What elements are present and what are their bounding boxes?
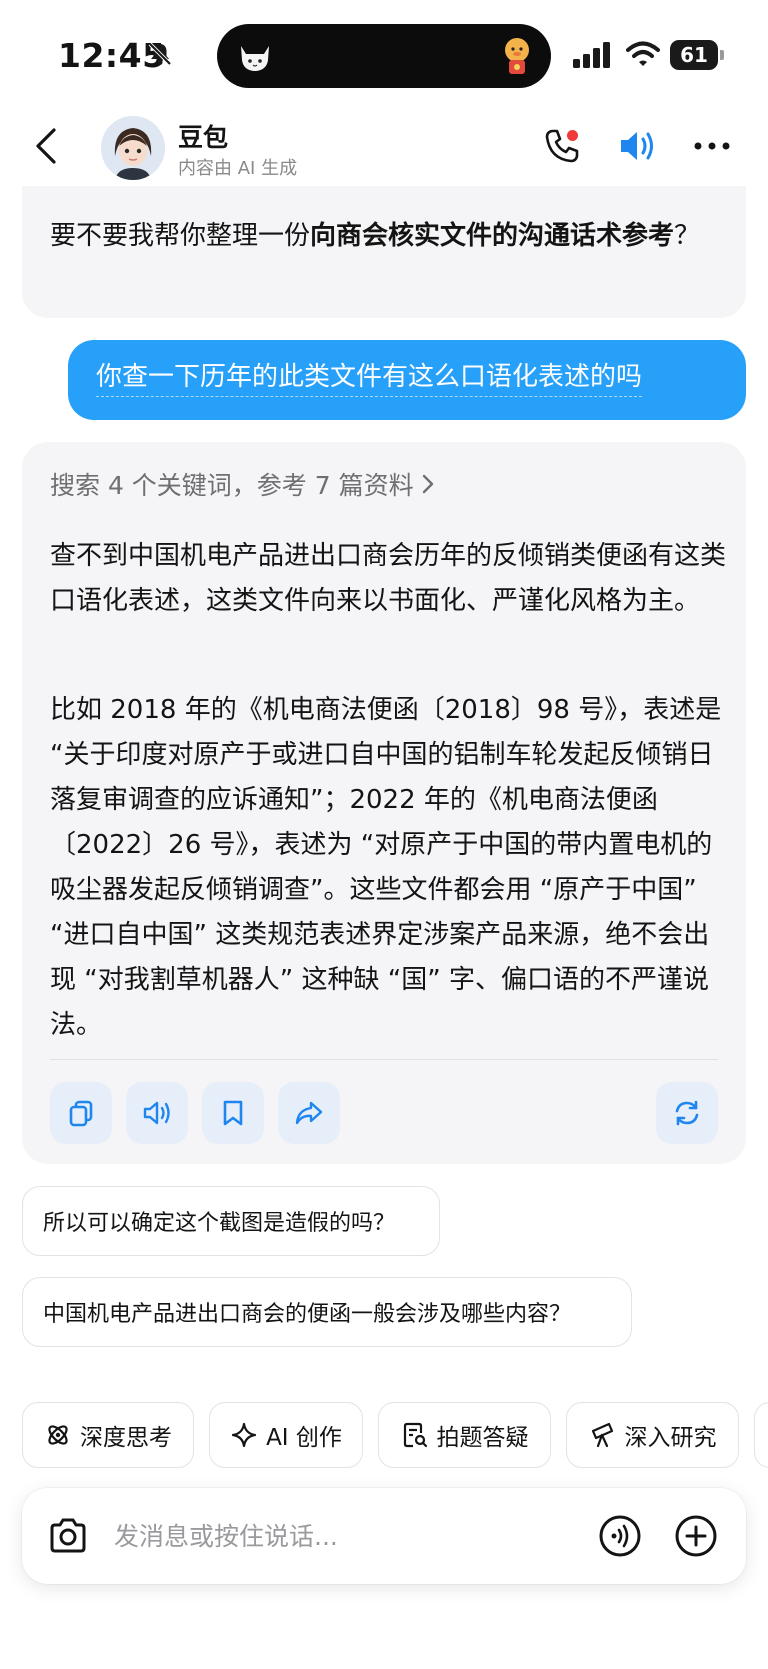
chevron-left-icon <box>36 128 56 164</box>
sparkle-icon <box>231 1422 257 1448</box>
camera-icon[interactable] <box>46 1514 90 1558</box>
user-message[interactable]: 你查一下历年的此类文件有这么口语化表述的吗 <box>68 340 746 420</box>
ai-prev-suffix: ？ <box>674 221 701 251</box>
tool-ai-create[interactable]: AI 创作 <box>209 1402 363 1468</box>
search-summary-text: 搜索 4 个关键词，参考 7 篇资料 <box>50 471 414 500</box>
cat-icon <box>241 46 269 71</box>
dynamic-island <box>217 24 551 88</box>
signal-icon <box>573 42 610 68</box>
ai-paragraph-1: 查不到中国机电产品进出口商会历年的反倾销类便函有这类口语化表述，这类文件向来以书… <box>50 541 727 616</box>
bell-muted-icon <box>148 42 172 66</box>
search-summary[interactable]: 搜索 4 个关键词，参考 7 篇资料 <box>50 466 436 502</box>
tool-label: 拍题答疑 <box>436 1425 529 1451</box>
message-input-bar <box>22 1488 746 1584</box>
speaker-outline-icon <box>143 1101 170 1125</box>
user-message-text: 你查一下历年的此类文件有这么口语化表述的吗 <box>96 358 643 397</box>
wifi-icon <box>626 41 660 66</box>
tool-label: AI 创作 <box>266 1425 342 1451</box>
notification-dot <box>567 130 578 141</box>
suggestion-chip[interactable]: 所以可以确定这个截图是造假的吗？ <box>22 1186 440 1256</box>
scan-doc-icon <box>403 1422 427 1448</box>
voice-call-icon[interactable] <box>598 1514 642 1558</box>
bookmark-icon <box>223 1100 243 1126</box>
avatar-image <box>101 116 165 180</box>
tool-deep-research[interactable]: 深入研究 <box>566 1402 739 1468</box>
ai-message-main: 搜索 4 个关键词，参考 7 篇资料 查不到中国机电产品进出口商会历年的反倾销类… <box>22 442 746 1164</box>
suggestion-chip[interactable]: 中国机电产品进出口商会的便函一般会涉及哪些内容？ <box>22 1277 632 1347</box>
share-button[interactable] <box>278 1082 340 1144</box>
tool-label: 深度思考 <box>80 1425 172 1451</box>
telescope-icon <box>591 1422 613 1448</box>
regenerate-button[interactable] <box>656 1082 718 1144</box>
battery-level: 61 <box>670 40 718 70</box>
chevron-right-icon <box>422 474 433 494</box>
bookmark-button[interactable] <box>202 1082 264 1144</box>
back-button[interactable] <box>28 122 64 170</box>
bot-name: 豆包 <box>178 123 229 152</box>
copy-icon <box>69 1100 93 1127</box>
ai-message-previous-text: 要不要我帮你整理一份向商会核实文件的沟通话术参考？ <box>50 214 720 259</box>
share-arrow-icon <box>295 1101 323 1125</box>
ai-prev-bold: 向商会核实文件的沟通话术参考 <box>310 221 675 251</box>
refresh-icon <box>675 1100 699 1126</box>
bot-avatar[interactable] <box>101 116 165 180</box>
chat-header: 豆包 内容由 AI 生成 <box>0 110 768 190</box>
tool-more[interactable] <box>754 1402 768 1468</box>
speaker-icon[interactable] <box>617 126 659 166</box>
atom-icon <box>48 1425 68 1445</box>
plus-circle-icon[interactable] <box>674 1514 718 1558</box>
ai-paragraph-2: 比如 2018 年的《机电商法便函〔2018〕98 号》，表述是 “关于印度对原… <box>50 695 722 1040</box>
tool-photo-question[interactable]: 拍题答疑 <box>378 1402 551 1468</box>
copy-button[interactable] <box>50 1082 112 1144</box>
ai-prev-prefix: 要不要我帮你整理一份 <box>50 221 311 251</box>
bot-subtitle: 内容由 AI 生成 <box>178 158 298 179</box>
message-input[interactable] <box>114 1512 554 1560</box>
read-aloud-button[interactable] <box>126 1082 188 1144</box>
duck-icon <box>505 38 529 74</box>
divider <box>50 1059 718 1060</box>
battery-tip <box>720 50 724 60</box>
tool-label: 深入研究 <box>624 1425 717 1451</box>
status-bar: 12:45 61 <box>0 0 768 110</box>
battery-indicator: 61 <box>670 40 724 70</box>
more-options-icon[interactable] <box>692 134 732 158</box>
ai-message-previous: 要不要我帮你整理一份向商会核实文件的沟通话术参考？ <box>22 186 746 318</box>
tool-deep-thinking[interactable]: 深度思考 <box>22 1402 194 1468</box>
